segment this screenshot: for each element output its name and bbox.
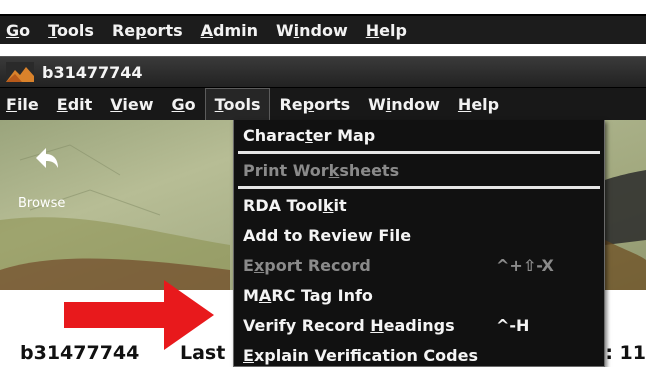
menu-label: Edit <box>56 94 93 114</box>
menu-label: Verify Record Headings <box>243 315 455 335</box>
menu-separator <box>238 151 600 154</box>
menu-label: Help <box>365 20 407 40</box>
app-menu-admin[interactable]: Admin <box>192 16 267 44</box>
menu-separator <box>238 186 600 189</box>
window-menu-tools[interactable]: Tools <box>204 88 271 120</box>
menu-item-verify-record-headings[interactable]: Verify Record Headings ^-H <box>234 310 604 340</box>
app-menubar: Go Tools Reports Admin Window Help <box>0 14 646 44</box>
menu-label: MARC Tag Info <box>243 285 373 305</box>
menu-item-explain-verification-codes[interactable]: Explain Verification Codes <box>234 340 604 367</box>
app-menu-go[interactable]: Go <box>0 16 39 44</box>
window-menubar: File Edit View Go Tools Reports Window Help <box>0 88 646 120</box>
window-menu-go[interactable]: Go <box>163 88 205 120</box>
menu-label: Add to Review File <box>243 225 412 245</box>
menu-label: File <box>6 94 39 114</box>
window-menu-file[interactable]: File <box>0 88 48 120</box>
window-menu-reports[interactable]: Reports <box>270 88 359 120</box>
menu-shortcut: ^+⇧-X <box>496 255 554 275</box>
menu-label: Reports <box>111 20 183 40</box>
menu-label: Go <box>6 20 31 40</box>
menu-item-marc-tag-info[interactable]: MARC Tag Info <box>234 280 604 310</box>
menu-item-print-worksheets[interactable]: Print Worksheets <box>234 155 604 185</box>
app-menu-reports[interactable]: Reports <box>103 16 192 44</box>
menu-label: Tools <box>214 95 261 114</box>
menu-label: RDA Toolkit <box>243 195 347 215</box>
window-menu-help[interactable]: Help <box>449 88 508 120</box>
top-edge <box>0 0 646 14</box>
menu-shortcut: ^-H <box>496 315 530 335</box>
menu-item-rda-toolkit[interactable]: RDA Toolkit <box>234 190 604 220</box>
window-menu-view[interactable]: View <box>101 88 162 120</box>
mountain-logo-icon <box>6 62 34 82</box>
tools-dropdown-menu: Character Map Print Worksheets RDA Toolkit… <box>233 120 605 367</box>
app-menu-window[interactable]: Window <box>267 16 357 44</box>
menu-item-character-map[interactable]: Character Map <box>234 120 604 150</box>
app-menu-help[interactable]: Help <box>357 16 416 44</box>
window-titlebar: b31477744 <box>0 56 646 88</box>
window-menu-edit[interactable]: Edit <box>48 88 102 120</box>
menu-label: Export Record <box>243 255 371 275</box>
menu-label: View <box>110 94 154 114</box>
browse-label: Browse <box>18 196 66 211</box>
menu-label: Go <box>171 94 196 114</box>
menu-label: Tools <box>48 20 94 40</box>
menu-item-add-to-review-file[interactable]: Add to Review File <box>234 220 604 250</box>
menu-label: Print Worksheets <box>243 160 400 180</box>
menu-label: Help <box>457 94 500 114</box>
menu-item-export-record[interactable]: Export Record ^+⇧-X <box>234 250 604 280</box>
window-title: b31477744 <box>42 62 143 82</box>
menu-label: Character Map <box>243 125 376 145</box>
menu-label: Admin <box>200 20 259 40</box>
annotation-arrow-icon <box>64 280 214 350</box>
browse-button[interactable]: Browse <box>18 138 78 211</box>
menu-label: Window <box>368 94 440 114</box>
menu-label: Explain Verification Codes <box>243 345 478 365</box>
menu-label: Window <box>276 20 348 40</box>
back-arrow-icon <box>36 148 58 168</box>
menu-label: Reports <box>279 94 351 114</box>
window-menu-window[interactable]: Window <box>359 88 449 120</box>
app-menu-tools[interactable]: Tools <box>39 16 103 44</box>
